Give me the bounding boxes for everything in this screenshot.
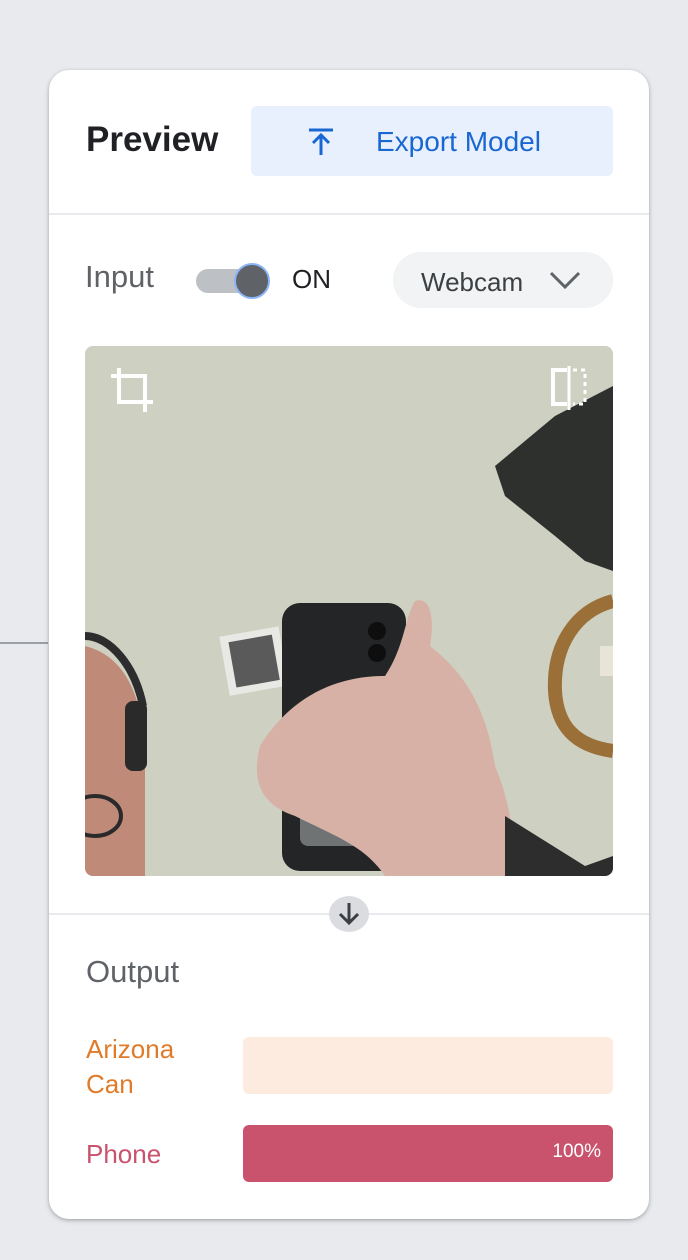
toggle-state-label: ON — [292, 264, 331, 294]
export-model-label: Export Model — [376, 126, 541, 157]
confidence-percent-phone: 100% — [552, 1141, 601, 1162]
flip-horizontal-icon[interactable] — [549, 366, 589, 410]
arrow-down-icon — [329, 896, 369, 932]
webcam-preview — [85, 346, 613, 876]
chevron-down-icon — [549, 266, 581, 299]
confidence-bar-arizona-can — [243, 1037, 613, 1094]
input-label: Input — [85, 259, 154, 294]
input-toggle[interactable] — [196, 263, 270, 299]
class-label-arizona-can: Arizona Can — [86, 1034, 175, 1099]
output-title: Output — [86, 954, 180, 989]
panel-title: Preview — [86, 120, 219, 159]
panel-header: Preview Export Model — [49, 70, 649, 215]
input-row: Input ON Webcam — [49, 215, 649, 325]
crop-icon[interactable] — [109, 366, 157, 414]
connector-line — [0, 642, 48, 644]
toggle-knob — [234, 263, 270, 299]
upload-arrow-icon — [307, 127, 335, 162]
preview-panel: Preview Export Model Input ON Webcam Out… — [49, 70, 649, 1219]
confidence-bar-phone: 100% — [243, 1125, 613, 1182]
export-model-button[interactable]: Export Model — [251, 106, 613, 176]
input-source-value: Webcam — [421, 267, 524, 297]
webcam-image — [85, 346, 613, 876]
input-source-select[interactable]: Webcam — [393, 252, 613, 308]
class-label-phone: Phone — [86, 1139, 162, 1169]
